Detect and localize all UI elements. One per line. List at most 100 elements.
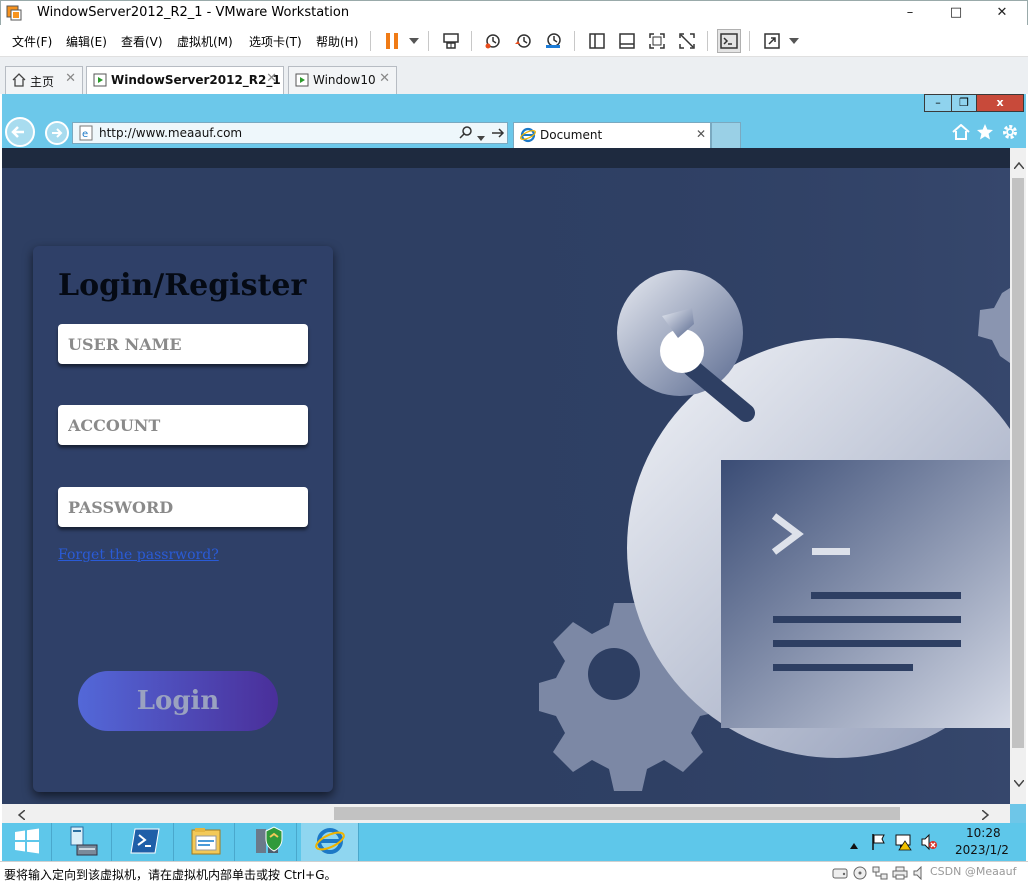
menu-tabs[interactable]: 选项卡(T)	[249, 33, 302, 50]
dropdown-icon[interactable]	[402, 29, 426, 53]
scroll-left-icon[interactable]	[17, 809, 26, 823]
window-title: WindowServer2012_R2_1 - VMware Workstati…	[37, 5, 350, 20]
minimize-button[interactable]: –	[899, 3, 921, 23]
menu-help[interactable]: 帮助(H)	[316, 33, 358, 50]
sound-card-icon[interactable]	[912, 865, 928, 883]
action-center-flag-icon[interactable]	[871, 833, 887, 854]
browser-restore-button[interactable]: ❐	[951, 94, 977, 112]
shield-server-icon	[252, 825, 284, 860]
username-field[interactable]	[58, 324, 308, 364]
hard-disk-icon[interactable]	[832, 866, 848, 883]
tab-window10[interactable]: Window10 ✕	[288, 66, 397, 94]
password-field[interactable]	[58, 487, 308, 527]
file-explorer-button[interactable]	[177, 823, 235, 861]
back-icon[interactable]	[4, 116, 36, 151]
horizontal-scroll-thumb[interactable]	[334, 807, 900, 820]
close-tab-icon[interactable]: ✕	[696, 127, 706, 141]
tab-home[interactable]: 主页 ✕	[5, 66, 83, 94]
menu-file[interactable]: 文件(F)	[12, 33, 52, 50]
network-app-button[interactable]	[239, 823, 297, 861]
send-ctrl-alt-del-icon[interactable]	[439, 29, 463, 53]
tab-label: WindowServer2012_R2_1	[111, 73, 281, 87]
clock-time[interactable]: 10:28	[966, 826, 1001, 840]
full-screen-icon[interactable]	[645, 29, 669, 53]
vertical-scrollbar[interactable]	[1010, 148, 1026, 804]
thumbnail-bar-icon[interactable]	[615, 29, 639, 53]
account-field[interactable]	[58, 405, 308, 445]
url-text[interactable]: http://www.meaauf.com	[99, 126, 242, 140]
forward-icon[interactable]	[44, 120, 70, 149]
network-adapter-icon[interactable]	[872, 866, 888, 883]
login-button[interactable]: Login	[78, 671, 278, 731]
menu-vm[interactable]: 虚拟机(M)	[177, 33, 233, 50]
toolbar-separator	[370, 31, 371, 51]
stretch-guest-icon[interactable]	[760, 29, 784, 53]
close-tab-icon[interactable]: ✕	[379, 71, 390, 86]
go-arrow-icon[interactable]	[491, 126, 505, 143]
web-page: Login/Register Forget the passrword? Log…	[2, 148, 1010, 804]
menu-edit[interactable]: 编辑(E)	[66, 33, 107, 50]
vmware-status-bar: 要将输入定向到该虚拟机，请在虚拟机内部单击或按 Ctrl+G。 CSDN @Me…	[0, 861, 1028, 883]
address-bar[interactable]: e http://www.meaauf.com	[72, 122, 508, 144]
home-icon[interactable]	[952, 123, 970, 143]
guest-screen[interactable]: – ❐ x e http://www.meaauf.com Document ✕…	[2, 94, 1026, 823]
home-icon	[12, 73, 26, 90]
scroll-down-icon[interactable]	[1013, 776, 1025, 790]
snapshot-icon[interactable]	[481, 29, 505, 53]
internet-explorer-button[interactable]	[301, 823, 359, 861]
toolbar-separator	[707, 31, 708, 51]
vmware-title-bar: WindowServer2012_R2_1 - VMware Workstati…	[0, 0, 1028, 25]
snapshot-manager-icon[interactable]	[541, 29, 565, 53]
folder-icon	[190, 826, 222, 859]
login-title: Login/Register	[58, 268, 307, 303]
show-hidden-icons-icon[interactable]	[850, 838, 858, 852]
volume-muted-icon[interactable]	[920, 833, 938, 854]
toolbar-separator	[574, 31, 575, 51]
search-icon[interactable]	[459, 125, 473, 142]
new-tab-button[interactable]	[711, 122, 741, 148]
server-manager-icon	[67, 825, 99, 860]
show-library-icon[interactable]	[585, 29, 609, 53]
forgot-password-link[interactable]: Forget the passrword?	[58, 547, 219, 563]
vertical-scroll-thumb[interactable]	[1012, 178, 1024, 748]
browser-tab[interactable]: Document ✕	[513, 122, 711, 148]
unity-icon[interactable]	[675, 29, 699, 53]
dropdown-icon[interactable]	[477, 130, 485, 144]
password-input[interactable]	[58, 487, 308, 527]
browser-tab-title: Document	[540, 128, 603, 142]
pause-icon[interactable]	[380, 29, 404, 53]
username-input[interactable]	[58, 324, 308, 364]
favorites-star-icon[interactable]	[976, 123, 994, 144]
menu-view[interactable]: 查看(V)	[121, 33, 163, 50]
cd-drive-icon[interactable]	[852, 866, 868, 883]
vm-running-icon	[93, 73, 107, 90]
scroll-up-icon[interactable]	[1013, 158, 1025, 172]
tab-windowserver2012[interactable]: WindowServer2012_R2_1 ✕	[86, 66, 284, 94]
horizontal-scrollbar[interactable]	[2, 804, 1010, 823]
console-view-icon[interactable]	[717, 29, 741, 53]
close-button[interactable]: ✕	[991, 3, 1013, 23]
close-tab-icon[interactable]: ✕	[266, 71, 277, 86]
start-button[interactable]	[2, 823, 52, 861]
dropdown-icon[interactable]	[782, 29, 806, 53]
tab-label: 主页	[30, 75, 55, 89]
login-card: Login/Register Forget the passrword? Log…	[33, 246, 333, 792]
powershell-button[interactable]	[116, 823, 174, 861]
browser-minimize-button[interactable]: –	[924, 94, 952, 112]
close-tab-icon[interactable]: ✕	[65, 71, 76, 86]
network-warning-icon[interactable]	[895, 833, 913, 854]
server-manager-button[interactable]	[54, 823, 112, 861]
revert-snapshot-icon[interactable]	[511, 29, 535, 53]
settings-gear-icon[interactable]	[1001, 123, 1019, 144]
powershell-icon	[129, 827, 160, 858]
clock-date[interactable]: 2023/1/2	[955, 843, 1009, 857]
printer-icon[interactable]	[892, 866, 908, 883]
scroll-right-icon[interactable]	[981, 809, 990, 823]
account-input[interactable]	[58, 405, 308, 445]
maximize-button[interactable]: □	[945, 3, 967, 23]
ie-icon	[520, 127, 536, 146]
windows-logo-icon	[14, 828, 40, 857]
toolbar-separator	[428, 31, 429, 51]
toolbar-separator	[471, 31, 472, 51]
browser-close-button[interactable]: x	[976, 94, 1024, 112]
